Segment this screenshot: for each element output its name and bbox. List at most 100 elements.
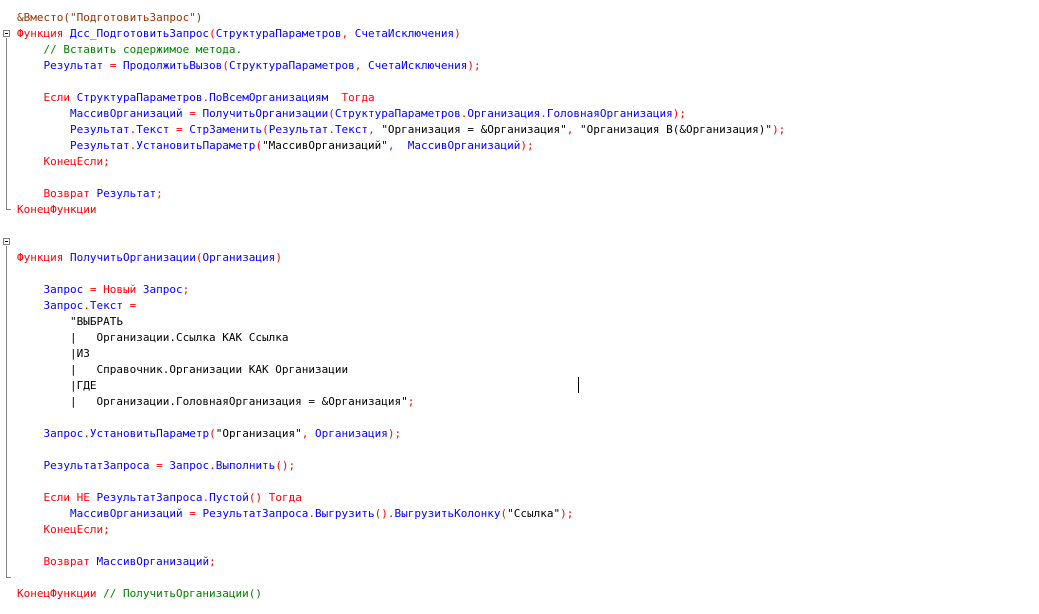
code-token: Если НЕ — [17, 491, 97, 504]
code-token: Запрос — [17, 427, 84, 440]
code-token: . — [328, 123, 335, 136]
code-token: . — [540, 107, 547, 120]
line-endif-1[interactable]: КонецЕсли; — [17, 154, 109, 170]
code-token: МассивОрганизаций — [407, 139, 521, 152]
code-token: "Организация = &Организация" — [381, 123, 567, 136]
code-token: |ИЗ — [17, 347, 90, 360]
code-token: МассивОрганизаций — [96, 555, 210, 568]
code-token: СчетаИсключения — [354, 27, 455, 40]
code-token: Результат — [268, 123, 329, 136]
code-token: Тогда — [328, 91, 375, 104]
code-token: ГоловнаяОрганизация — [546, 107, 673, 120]
line-return-array[interactable]: Возврат МассивОрганизаций; — [17, 554, 216, 570]
line-result-assign[interactable]: Результат = ПродолжитьВызов(СтруктураПар… — [17, 58, 481, 74]
line-orgs-array[interactable]: МассивОрганизаций = ПолучитьОрганизации(… — [17, 106, 686, 122]
code-token: Функция — [17, 251, 70, 264]
code-token: ); — [467, 59, 481, 72]
fold-guide-line — [6, 38, 7, 209]
line-unload[interactable]: МассивОрганизаций = РезультатЗапроса.Выг… — [17, 506, 573, 522]
code-token: СтруктураПараметров — [334, 107, 461, 120]
code-token: , — [387, 139, 408, 152]
code-token: | Организации.Ссылка КАК Ссылка — [17, 331, 289, 344]
line-query-new[interactable]: Запрос = Новый Запрос; — [17, 282, 189, 298]
code-token: () — [248, 491, 269, 504]
code-token: | Справочник.Организации КАК Организации — [17, 363, 349, 376]
code-token: Текст — [334, 123, 369, 136]
code-token: , — [368, 123, 382, 136]
line-q-select[interactable]: "ВЫБРАТЬ — [17, 314, 123, 330]
code-token: Результат — [96, 187, 157, 200]
code-token: |ГДЕ — [17, 379, 97, 392]
line-directive[interactable]: &Вместо("ПодготовитьЗапрос") — [17, 10, 202, 26]
code-token: ( — [262, 123, 269, 136]
line-q-condition[interactable]: | Организации.ГоловнаяОрганизация = &Орг… — [17, 394, 414, 410]
line-if-all-orgs[interactable]: Если СтруктураПараметров.ПоВсемОрганизац… — [17, 90, 375, 106]
line-q-source[interactable]: | Справочник.Организации КАК Организации — [17, 362, 348, 378]
line-if-not-empty[interactable]: Если НЕ РезультатЗапроса.Пустой() Тогда — [17, 490, 302, 506]
line-q-where[interactable]: |ГДЕ — [17, 378, 97, 394]
code-token: Запрос — [17, 283, 84, 296]
code-token: ; — [182, 283, 190, 296]
code-token: "Организация" — [215, 427, 302, 440]
line-end-function-2[interactable]: КонецФункции // ПолучитьОрганизации() — [17, 586, 262, 602]
code-token: Запрос — [142, 283, 183, 296]
code-token: ПолучитьОрганизации — [69, 251, 196, 264]
code-token: Результат — [17, 123, 130, 136]
code-token: СтруктураПараметров — [215, 27, 342, 40]
code-token: Возврат — [17, 555, 97, 568]
code-token: Текст — [136, 123, 170, 136]
line-query-set-param[interactable]: Запрос.УстановитьПараметр("Организация",… — [17, 426, 401, 442]
code-token: // ПолучитьОрганизации() — [103, 587, 263, 600]
code-token: "МассивОрганизаций" — [262, 139, 388, 152]
line-end-function-1[interactable]: КонецФункции — [17, 202, 96, 218]
code-token: Запрос — [169, 459, 210, 472]
line-set-param[interactable]: Результат.УстановитьПараметр("МассивОрга… — [17, 138, 534, 154]
code-token: ; — [407, 395, 415, 408]
code-token: РезультатЗапроса — [17, 459, 150, 472]
code-token: Организация — [467, 107, 541, 120]
code-token: // Вставить содержимое метода. — [17, 43, 243, 56]
line-replace-text[interactable]: Результат.Текст = СтрЗаменить(Результат.… — [17, 122, 785, 138]
line-function-1-header[interactable]: Функция Дсс_ПодготовитьЗапрос(СтруктураП… — [17, 26, 461, 42]
line-return-result[interactable]: Возврат Результат; — [17, 186, 163, 202]
code-token: ; — [209, 555, 216, 568]
fold-collapse-icon[interactable] — [3, 238, 10, 245]
code-token: ПоВсемОрганизациям — [209, 91, 329, 104]
line-comment-insert[interactable]: // Вставить содержимое метода. — [17, 42, 242, 58]
code-token: ); — [560, 507, 574, 520]
line-function-2-header[interactable]: Функция ПолучитьОрганизации(Организация) — [17, 250, 282, 266]
code-token: = — [83, 283, 104, 296]
code-token: ) — [454, 27, 461, 40]
line-q-from[interactable]: |ИЗ — [17, 346, 90, 362]
line-q-field[interactable]: | Организации.Ссылка КАК Ссылка — [17, 330, 289, 346]
code-token: , — [354, 59, 369, 72]
code-token: ); — [772, 123, 786, 136]
line-query-text[interactable]: Запрос.Текст = — [17, 298, 136, 314]
code-token: (). — [374, 507, 395, 520]
code-token: . — [209, 459, 216, 472]
code-token: ( — [222, 59, 229, 72]
code-token: "Организация В(&Организация)" — [580, 123, 773, 136]
code-token: ПродолжитьВызов — [122, 59, 223, 72]
code-token: ПолучитьОрганизации — [202, 107, 329, 120]
code-token: = — [182, 107, 203, 120]
line-endif-2[interactable]: КонецЕсли; — [17, 522, 109, 538]
code-token: СтруктураПараметров — [76, 91, 203, 104]
code-token: Пустой — [209, 491, 249, 504]
code-token: ( — [209, 27, 216, 40]
code-token: Организация — [315, 427, 388, 440]
code-token: Выгрузить — [315, 507, 375, 520]
fold-collapse-icon[interactable] — [3, 30, 10, 37]
code-token: КонецФункции — [17, 203, 97, 216]
code-token: Тогда — [268, 491, 302, 504]
code-token: ); — [672, 107, 686, 120]
code-token: . — [83, 427, 90, 440]
code-token: Текст — [89, 299, 123, 312]
code-token: ; — [156, 187, 163, 200]
code-editor[interactable]: &Вместо("ПодготовитьЗапрос") Функция Дсс_… — [0, 0, 1039, 614]
code-token: "Ссылка" — [507, 507, 561, 520]
code-token: , — [566, 123, 580, 136]
fold-end-marker — [6, 577, 11, 578]
text-cursor — [578, 377, 579, 393]
line-query-execute[interactable]: РезультатЗапроса = Запрос.Выполнить(); — [17, 458, 295, 474]
